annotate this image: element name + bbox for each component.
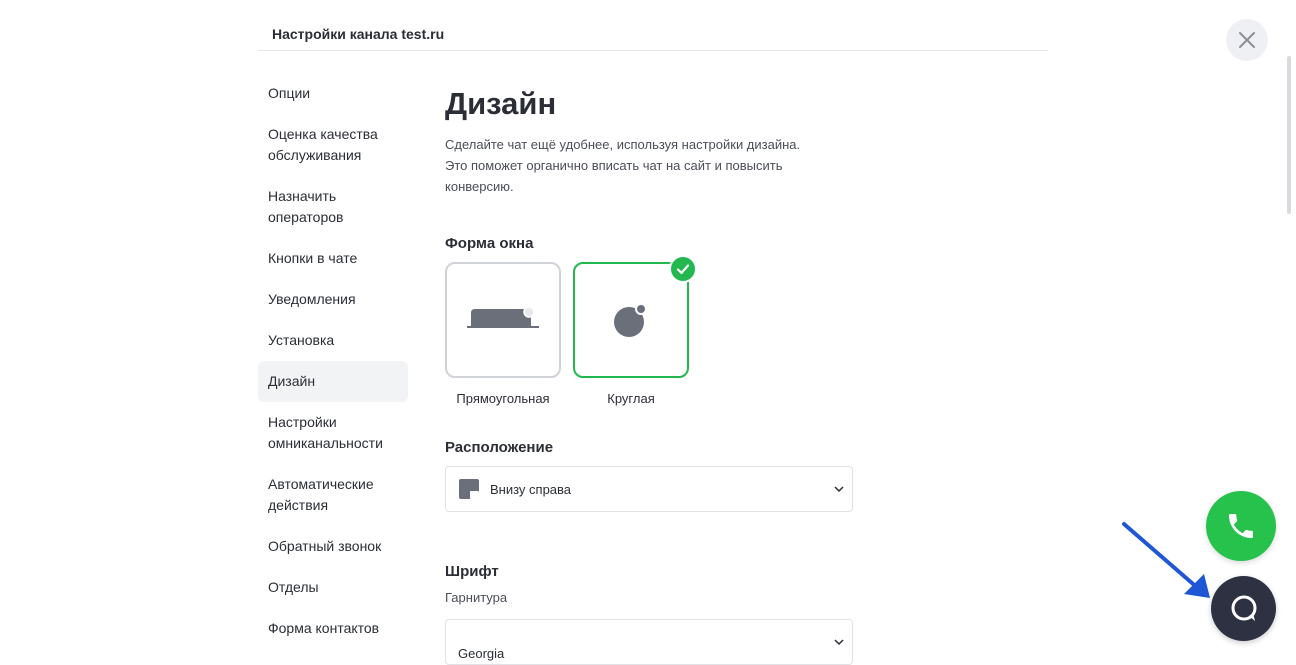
shape-option-label: Круглая — [607, 391, 655, 406]
round-window-icon — [614, 303, 647, 337]
sidebar-item-auto-actions[interactable]: Автоматические действия — [258, 464, 408, 526]
sidebar-item-contact-form[interactable]: Форма контактов — [258, 608, 408, 649]
sidebar-item-assign-operators[interactable]: Назначить операторов — [258, 176, 408, 238]
phone-call-button[interactable] — [1206, 491, 1276, 561]
window-shape-options: Прямоугольная Круглая — [445, 255, 865, 406]
close-button[interactable] — [1226, 19, 1268, 61]
shape-option-round[interactable]: Круглая — [573, 255, 697, 406]
sidebar-item-installation[interactable]: Установка — [258, 320, 408, 361]
description-line: Это поможет органично вписать чат на сай… — [445, 158, 783, 173]
chat-widget-button[interactable] — [1211, 576, 1276, 641]
sidebar-item-options[interactable]: Опции — [258, 73, 408, 114]
close-icon — [1239, 32, 1255, 48]
rectangular-window-icon — [467, 307, 539, 328]
header-title: Настройки канала test.ru — [272, 26, 445, 42]
sidebar-item-omnichannel[interactable]: Настройки омниканальности — [258, 402, 408, 464]
sidebar-item-callback[interactable]: Обратный звонок — [258, 526, 408, 567]
shape-preview-box[interactable] — [445, 262, 561, 378]
sidebar-item-service-rating[interactable]: Оценка качества обслуживания — [258, 114, 408, 176]
typeface-select-value: Georgia — [458, 645, 505, 661]
sidebar-item-notifications[interactable]: Уведомления — [258, 279, 408, 320]
scrollbar[interactable] — [1287, 56, 1291, 214]
shape-option-rectangular[interactable]: Прямоугольная — [445, 262, 561, 406]
shape-preview-box[interactable] — [573, 255, 697, 378]
main-content: Дизайн Сделайте чат ещё удобнее, использ… — [445, 86, 865, 665]
selected-badge — [669, 255, 697, 283]
position-title: Расположение — [445, 439, 554, 456]
font-title: Шрифт — [445, 563, 499, 580]
sidebar-item-design[interactable]: Дизайн — [258, 361, 408, 402]
phone-icon — [1229, 514, 1253, 538]
window-shape-title: Форма окна — [445, 235, 534, 252]
check-icon — [676, 264, 690, 275]
shape-option-label: Прямоугольная — [456, 391, 550, 406]
typeface-select[interactable]: Georgia — [445, 619, 853, 665]
position-select-value: Внизу справа — [490, 481, 572, 497]
description-line: Сделайте чат ещё удобнее, используя наст… — [445, 137, 801, 152]
arrow-icon — [1122, 522, 1210, 598]
sidebar: Опции Оценка качества обслуживания Назна… — [258, 73, 408, 649]
header-divider — [258, 50, 1048, 51]
chat-icon — [1231, 595, 1256, 621]
chevron-down-icon — [834, 639, 844, 645]
sidebar-item-chat-buttons[interactable]: Кнопки в чате — [258, 238, 408, 279]
description-line: конверсию. — [445, 179, 514, 194]
page-description: Сделайте чат ещё удобнее, используя наст… — [445, 134, 865, 197]
position-bottom-right-icon — [459, 479, 479, 499]
chevron-down-icon — [834, 486, 844, 492]
position-select[interactable]: Внизу справа — [445, 466, 853, 512]
typeface-label: Гарнитура — [445, 590, 508, 605]
page-title: Дизайн — [445, 86, 557, 121]
sidebar-item-departments[interactable]: Отделы — [258, 567, 408, 608]
